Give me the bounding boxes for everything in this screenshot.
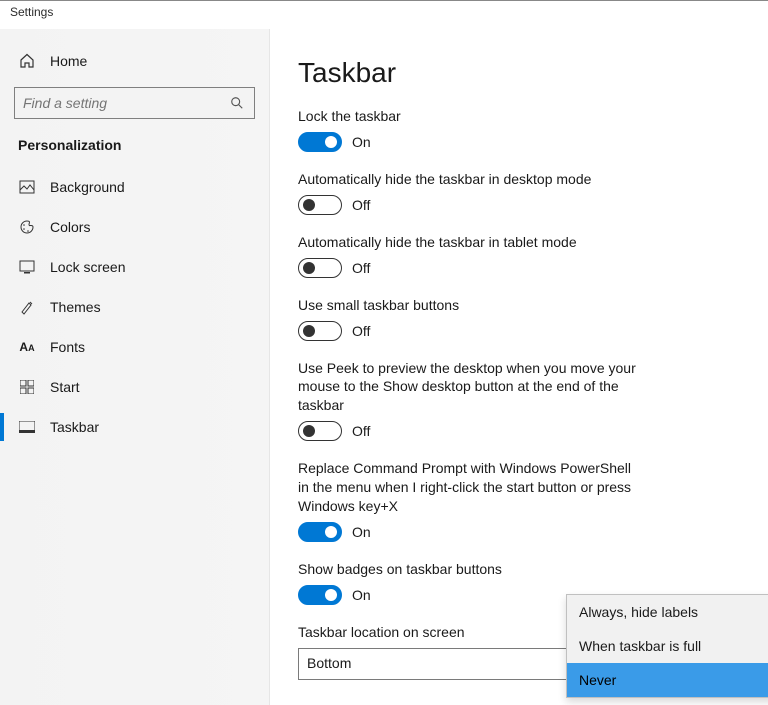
setting-desc: Show badges on taskbar buttons	[298, 560, 638, 579]
dropdown-option[interactable]: Never	[567, 663, 768, 697]
setting-row: Use Peek to preview the desktop when you…	[298, 359, 638, 442]
page-title: Taskbar	[298, 57, 738, 89]
setting-desc: Use Peek to preview the desktop when you…	[298, 359, 638, 416]
content-pane: Taskbar Lock the taskbar On Automatically …	[270, 29, 768, 705]
toggle-switch[interactable]	[298, 585, 342, 605]
setting-desc: Automatically hide the taskbar in deskto…	[298, 170, 638, 189]
setting-row: Automatically hide the taskbar in deskto…	[298, 170, 638, 215]
search-input[interactable]	[23, 95, 228, 111]
window-title: Settings	[0, 1, 768, 29]
nav-home[interactable]: Home	[0, 41, 269, 81]
sidebar-item-label: Lock screen	[50, 259, 125, 275]
sidebar-item-label: Colors	[50, 219, 90, 235]
toggle-switch[interactable]	[298, 195, 342, 215]
home-icon	[18, 52, 36, 70]
dropdown-option[interactable]: Always, hide labels	[567, 595, 768, 629]
toggle-state: Off	[352, 423, 370, 439]
sidebar: Home Personalization Background Colors L…	[0, 29, 270, 705]
sidebar-item-fonts[interactable]: AA Fonts	[0, 327, 269, 367]
fonts-icon: AA	[18, 338, 36, 356]
picture-icon	[18, 178, 36, 196]
sidebar-item-label: Taskbar	[50, 419, 99, 435]
combo-value: Bottom	[307, 655, 351, 673]
sidebar-item-label: Fonts	[50, 339, 85, 355]
sidebar-item-background[interactable]: Background	[0, 167, 269, 207]
toggle-state: Off	[352, 323, 370, 339]
start-icon	[18, 378, 36, 396]
setting-desc: Replace Command Prompt with Windows Powe…	[298, 459, 638, 516]
setting-row: Automatically hide the taskbar in tablet…	[298, 233, 638, 278]
themes-icon	[18, 298, 36, 316]
sidebar-item-themes[interactable]: Themes	[0, 287, 269, 327]
setting-desc: Lock the taskbar	[298, 107, 638, 126]
combine-buttons-dropdown[interactable]: Always, hide labelsWhen taskbar is fullN…	[566, 594, 768, 698]
setting-row: Lock the taskbar On	[298, 107, 638, 152]
toggle-switch[interactable]	[298, 132, 342, 152]
dropdown-option[interactable]: When taskbar is full	[567, 629, 768, 663]
toggle-switch[interactable]	[298, 522, 342, 542]
search-box[interactable]	[14, 87, 255, 119]
sidebar-item-start[interactable]: Start	[0, 367, 269, 407]
setting-desc: Automatically hide the taskbar in tablet…	[298, 233, 638, 252]
toggle-switch[interactable]	[298, 321, 342, 341]
toggle-state: On	[352, 524, 371, 540]
sidebar-item-taskbar[interactable]: Taskbar	[0, 407, 269, 447]
taskbar-icon	[18, 418, 36, 436]
palette-icon	[18, 218, 36, 236]
toggle-state: On	[352, 134, 371, 150]
toggle-state: On	[352, 587, 371, 603]
lock-screen-icon	[18, 258, 36, 276]
toggle-switch[interactable]	[298, 421, 342, 441]
sidebar-item-label: Background	[50, 179, 125, 195]
sidebar-section-title: Personalization	[0, 131, 269, 167]
sidebar-item-label: Themes	[50, 299, 101, 315]
toggle-state: Off	[352, 197, 370, 213]
setting-row: Replace Command Prompt with Windows Powe…	[298, 459, 638, 542]
sidebar-item-label: Start	[50, 379, 80, 395]
setting-desc: Use small taskbar buttons	[298, 296, 638, 315]
setting-row: Use small taskbar buttons Off	[298, 296, 638, 341]
sidebar-item-colors[interactable]: Colors	[0, 207, 269, 247]
toggle-switch[interactable]	[298, 258, 342, 278]
toggle-state: Off	[352, 260, 370, 276]
nav-home-label: Home	[50, 53, 87, 69]
search-icon	[228, 94, 246, 112]
sidebar-item-lock-screen[interactable]: Lock screen	[0, 247, 269, 287]
